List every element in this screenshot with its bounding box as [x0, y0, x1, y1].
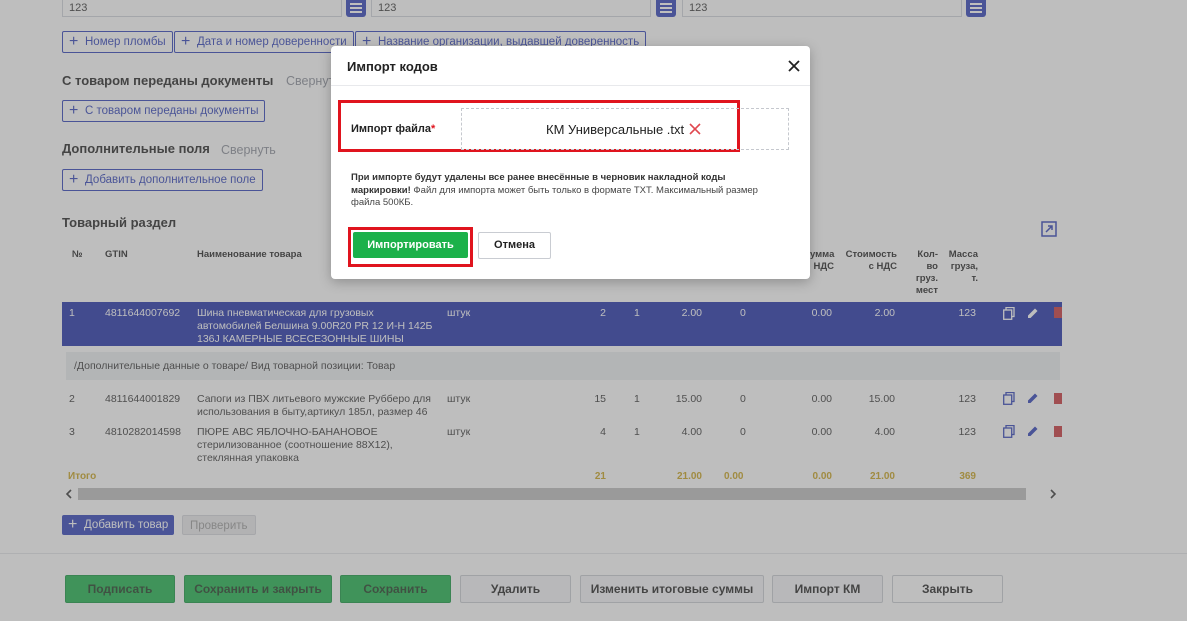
- cancel-button[interactable]: Отмена: [478, 232, 551, 259]
- import-button[interactable]: Импортировать: [353, 232, 468, 258]
- modal-header: Импорт кодов: [331, 46, 810, 86]
- remove-file-icon[interactable]: [689, 123, 701, 135]
- import-codes-modal: Импорт кодов Импорт файла* КМ Универсаль…: [331, 46, 810, 279]
- modal-title: Импорт кодов: [347, 59, 438, 74]
- import-warning-text: При импорте будут удалены все ранее внес…: [351, 172, 758, 208]
- file-field-label: Импорт файла*: [351, 123, 436, 135]
- selected-file-name: КМ Универсальные .txt: [546, 122, 685, 137]
- file-dropzone[interactable]: КМ Универсальные .txt: [461, 108, 789, 150]
- close-icon[interactable]: [787, 59, 801, 73]
